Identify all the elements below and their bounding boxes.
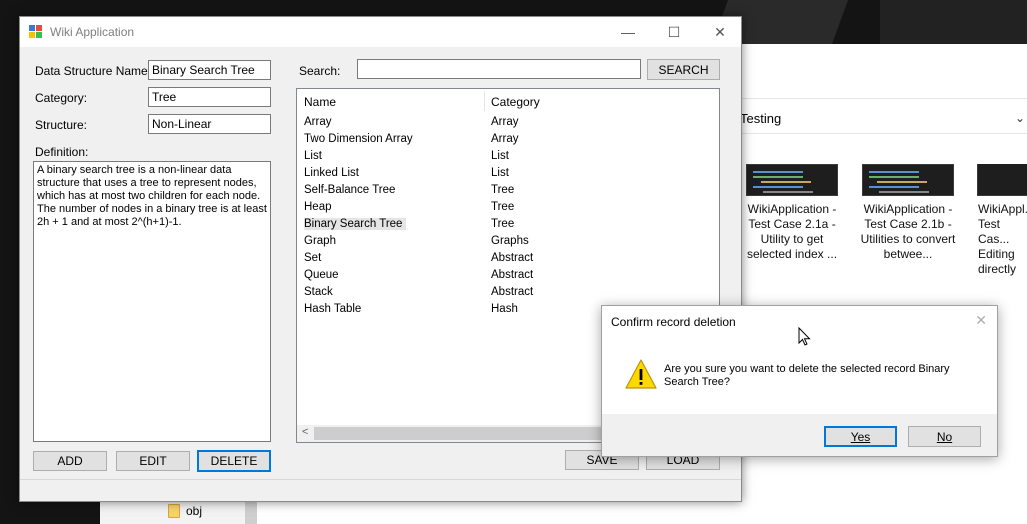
row-name-cell: Stack [304,286,333,298]
file-label: WikiAppl... Test Cas... Editing directly [978,202,1027,276]
scroll-left-icon[interactable]: < [302,426,308,438]
row-name-cell: Graph [304,235,336,247]
category-label: Category: [35,91,88,105]
row-name-cell: Linked List [304,167,359,179]
file-thumbnail[interactable]: WikiAppl... Test Cas... Editing directly [972,164,1027,277]
row-category-cell: List [491,167,509,179]
structure-input[interactable]: Non-Linear [148,114,271,134]
row-category-cell: Graphs [491,235,529,247]
folder-icon [168,504,180,518]
thumbnail-image [746,164,838,196]
column-header-category[interactable]: Category [491,95,540,109]
edit-button[interactable]: EDIT [116,451,190,471]
definition-textarea[interactable]: A binary search tree is a non-linear dat… [33,161,271,442]
table-row[interactable]: Stack Abstract [297,284,719,301]
delete-button[interactable]: DELETE [197,450,271,472]
file-thumbnail[interactable]: WikiApplication - Test Case 2.1a - Utili… [737,164,847,262]
name-label: Data Structure Name: [35,64,152,78]
search-button[interactable]: SEARCH [647,59,720,80]
dialog-title: Confirm record deletion [611,315,736,329]
definition-label: Definition: [35,145,89,159]
table-row[interactable]: Graph Graphs [297,233,719,250]
table-row[interactable]: Heap Tree [297,199,719,216]
row-category-cell: Array [491,133,519,145]
category-input[interactable]: Tree [148,87,271,107]
row-name-cell: Heap [304,201,332,213]
row-category-cell: Abstract [491,269,534,281]
yes-button[interactable]: Yes [824,426,897,447]
title-bar[interactable]: Wiki Application — ☐ ✕ [20,17,741,47]
maximize-button[interactable]: ☐ [651,17,697,47]
table-row[interactable]: Linked List List [297,165,719,182]
scrollbar-thumb[interactable] [314,427,614,440]
dialog-button-bar: Yes No [602,414,997,456]
search-input[interactable] [357,59,641,79]
table-row[interactable]: Array Array [297,114,719,131]
window-title: Wiki Application [50,25,135,39]
structure-label: Structure: [35,118,88,132]
row-name-cell: Two Dimension Array [304,133,413,145]
name-input[interactable]: Binary Search Tree [148,60,271,80]
wallpaper-shape [880,0,1027,44]
address-bar[interactable]: Testing ⌄ [740,104,1027,134]
dialog-close-button[interactable]: ✕ [975,312,987,329]
column-separator[interactable] [484,91,485,111]
add-button[interactable]: ADD [33,451,107,471]
status-strip [20,479,741,501]
warning-icon [625,359,657,389]
row-name-cell: Queue [304,269,339,281]
table-row[interactable]: Two Dimension Array Array [297,131,719,148]
path-text: Testing [740,111,782,126]
no-button[interactable]: No [908,426,981,447]
row-category-cell: Hash [491,303,518,315]
minimize-button[interactable]: — [605,17,651,47]
folder-item[interactable]: obj [168,504,202,518]
table-row[interactable]: List List [297,148,719,165]
file-label: WikiApplication - Test Case 2.1a - Utili… [746,202,838,261]
chevron-down-icon[interactable]: ⌄ [1015,111,1025,125]
app-icon [29,25,43,39]
row-category-cell: List [491,150,509,162]
yes-button-label: Yes [850,429,871,444]
divider [740,98,1027,99]
thumbnail-image [977,164,1027,196]
row-name-cell: Self-Balance Tree [304,184,396,196]
table-row[interactable]: Self-Balance Tree Tree [297,182,719,199]
listview-header: Name Category [297,89,719,113]
table-row[interactable]: Queue Abstract [297,267,719,284]
folder-label: obj [186,504,203,518]
row-name-cell: Hash Table [304,303,362,315]
row-name-cell: Set [304,252,322,264]
column-header-name[interactable]: Name [304,95,336,109]
table-row[interactable]: Binary Search Tree Tree [297,216,719,233]
file-label: WikiApplication - Test Case 2.1b - Utili… [860,202,956,261]
row-category-cell: Tree [491,218,515,230]
row-category-cell: Tree [491,201,515,213]
row-name-cell: Array [304,116,332,128]
table-row[interactable]: Set Abstract [297,250,719,267]
search-label: Search: [299,64,341,78]
row-category-cell: Abstract [491,252,534,264]
row-name-cell: List [304,150,322,162]
thumbnail-image [862,164,954,196]
row-name-cell: Binary Search Tree [304,218,407,230]
close-button[interactable]: ✕ [697,17,743,47]
no-button-label: No [936,429,953,444]
dialog-message: Are you sure you want to delete the sele… [664,363,950,388]
row-category-cell: Array [491,116,519,128]
row-category-cell: Tree [491,184,515,196]
mouse-cursor-icon [798,327,811,346]
row-category-cell: Abstract [491,286,534,298]
file-thumbnail[interactable]: WikiApplication - Test Case 2.1b - Utili… [853,164,963,262]
